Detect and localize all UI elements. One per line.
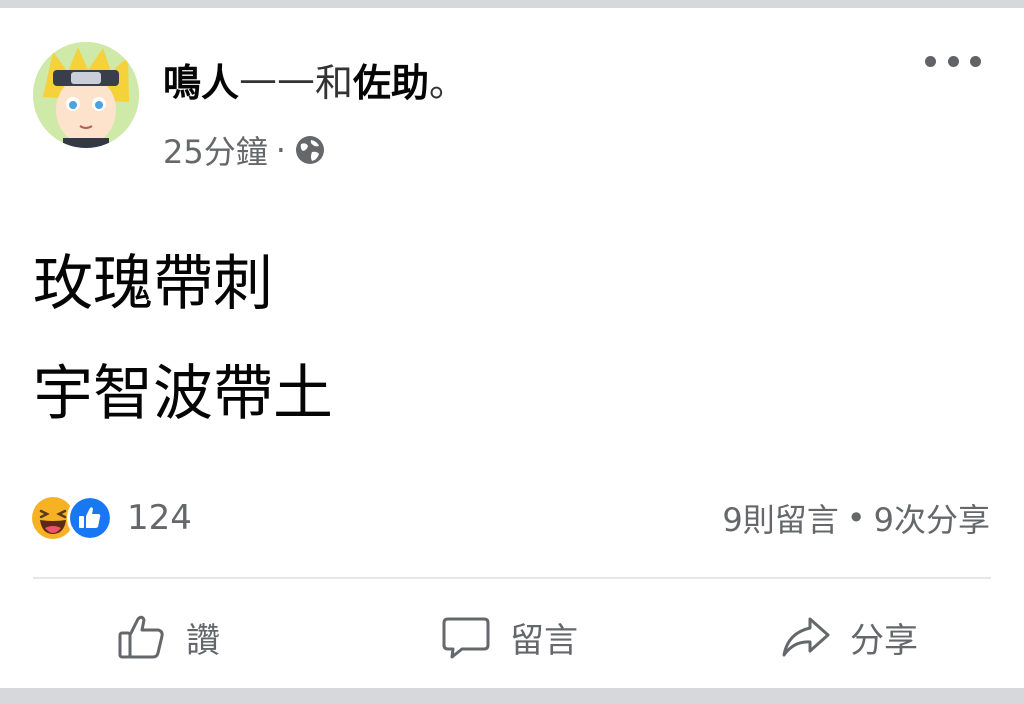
with-text: 和 — [315, 60, 354, 105]
author-name[interactable]: 鳴人 — [163, 52, 239, 107]
reactions-summary[interactable]: 124 — [31, 494, 192, 542]
share-button[interactable]: 分享 — [780, 604, 918, 670]
divider — [33, 577, 991, 579]
post-time[interactable]: 25分鐘 — [163, 127, 268, 173]
comment-count[interactable]: 9則留言 — [722, 495, 838, 541]
globe-icon — [295, 136, 324, 164]
more-options-icon[interactable] — [925, 46, 981, 76]
avatar-image — [33, 42, 139, 148]
comment-bubble-icon — [442, 617, 490, 659]
like-button-label: 讚 — [186, 620, 220, 661]
share-button-label: 分享 — [850, 620, 918, 661]
tagged-user[interactable]: 佐助 — [353, 52, 429, 107]
stats-separator: • — [846, 499, 866, 537]
post-card: 鳴人 —— 和 佐助 。 25分鐘 · 玫瑰帶刺 宇智波帶土 124 9則留言 … — [0, 8, 1024, 688]
comment-button[interactable]: 留言 — [440, 604, 578, 670]
avatar[interactable] — [33, 42, 139, 148]
like-button[interactable]: 讚 — [116, 604, 220, 670]
share-count[interactable]: 9次分享 — [874, 495, 990, 541]
like-thumb-icon — [67, 495, 113, 541]
meta-dot: · — [275, 131, 286, 169]
thumbs-up-icon — [118, 615, 164, 659]
period-text: 。 — [429, 60, 468, 105]
post-text-line-2: 宇智波帶土 — [33, 359, 333, 429]
share-arrow-icon — [782, 617, 830, 657]
comment-button-label: 留言 — [510, 620, 578, 661]
reaction-count: 124 — [127, 498, 192, 538]
post-stats: 9則留言 • 9次分享 — [722, 494, 990, 542]
post-meta: 25分鐘 · — [163, 127, 326, 173]
post-text-line-1: 玫瑰帶刺 — [33, 249, 273, 319]
dash-text: —— — [239, 57, 316, 101]
post-header-title: 鳴人 —— 和 佐助 。 — [163, 52, 468, 107]
